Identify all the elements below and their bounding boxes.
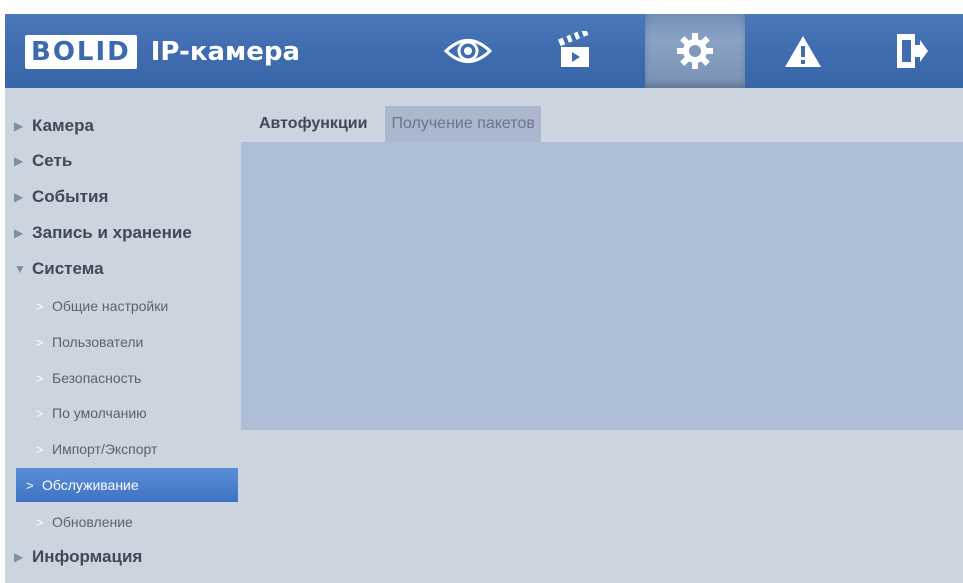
- sidebar-subitem-label: Обновление: [52, 514, 133, 530]
- sidebar-item-label: Камера: [32, 116, 94, 135]
- chevron-right-icon: >: [36, 298, 44, 314]
- sidebar-item-label: Информация: [32, 547, 143, 566]
- sidebar-subitem-default[interactable]: > По умолчанию: [20, 396, 238, 430]
- nav-live-view[interactable]: [418, 14, 518, 88]
- triangle-right-icon: ▶: [14, 550, 24, 564]
- chevron-right-icon: >: [36, 334, 44, 350]
- sidebar-subitem-maintenance[interactable]: > Обслуживание: [16, 468, 238, 502]
- sidebar-subitem-label: Безопасность: [52, 370, 142, 386]
- triangle-down-icon: ▼: [14, 262, 26, 276]
- logout-icon: [897, 34, 928, 68]
- sidebar-item-system[interactable]: ▼ Система: [14, 252, 104, 286]
- chevron-right-icon: >: [36, 441, 44, 457]
- nav-playback[interactable]: [525, 14, 625, 88]
- sidebar-subitem-import-export[interactable]: > Импорт/Экспорт: [20, 432, 238, 466]
- app-title: IP-камера: [150, 37, 301, 67]
- sidebar-subitem-security[interactable]: > Безопасность: [20, 361, 238, 395]
- tab-packet-capture[interactable]: Получение пакетов: [385, 106, 541, 142]
- triangle-right-icon: ▶: [14, 226, 24, 240]
- eye-icon: [444, 39, 492, 63]
- sidebar-subitem-label: Обслуживание: [42, 477, 139, 493]
- nav-settings[interactable]: [645, 14, 745, 88]
- sidebar-item-label: Сеть: [32, 151, 73, 170]
- sidebar-item-events[interactable]: ▶ События: [14, 180, 108, 214]
- sidebar-subitem-label: Общие настройки: [52, 298, 169, 314]
- sidebar-subitem-label: Импорт/Экспорт: [52, 441, 158, 457]
- tab-auto-functions[interactable]: Автофункции: [241, 106, 386, 142]
- chevron-right-icon: >: [36, 405, 44, 421]
- sidebar-item-label: События: [32, 187, 109, 206]
- chevron-right-icon: >: [26, 477, 34, 493]
- sidebar-item-network[interactable]: ▶ Сеть: [14, 144, 72, 178]
- sidebar-subitem-label: По умолчанию: [52, 405, 147, 421]
- logo-text: BOLID: [31, 37, 131, 67]
- clapperboard-icon: [558, 31, 589, 67]
- warning-icon: [785, 36, 821, 67]
- triangle-right-icon: ▶: [14, 190, 24, 204]
- triangle-right-icon: ▶: [14, 119, 24, 133]
- sidebar-item-storage[interactable]: ▶ Запись и хранение: [14, 216, 192, 250]
- bolid-logo: BOLID: [25, 35, 137, 69]
- sidebar-item-information[interactable]: ▶ Информация: [14, 540, 142, 574]
- sidebar-subitem-general[interactable]: > Общие настройки: [20, 289, 238, 323]
- top-header: BOLID IP-камера: [5, 14, 963, 88]
- sidebar-item-camera[interactable]: ▶ Камера: [14, 109, 94, 143]
- sidebar-subitem-users[interactable]: > Пользователи: [20, 325, 238, 359]
- tab-content-panel: [241, 142, 963, 430]
- sidebar-item-label: Система: [32, 259, 104, 278]
- sidebar-subitem-label: Пользователи: [52, 334, 144, 350]
- chevron-right-icon: >: [36, 514, 44, 530]
- gear-icon: [677, 33, 713, 69]
- tab-bar: Автофункции Получение пакетов: [241, 106, 541, 142]
- sidebar-subitem-update[interactable]: > Обновление: [20, 505, 238, 539]
- triangle-right-icon: ▶: [14, 154, 24, 168]
- chevron-right-icon: >: [36, 370, 44, 386]
- brand-logo: BOLID IP-камера: [25, 30, 300, 74]
- sidebar-item-label: Запись и хранение: [32, 223, 192, 242]
- nav-alarm[interactable]: [753, 14, 853, 88]
- nav-logout[interactable]: [861, 14, 961, 88]
